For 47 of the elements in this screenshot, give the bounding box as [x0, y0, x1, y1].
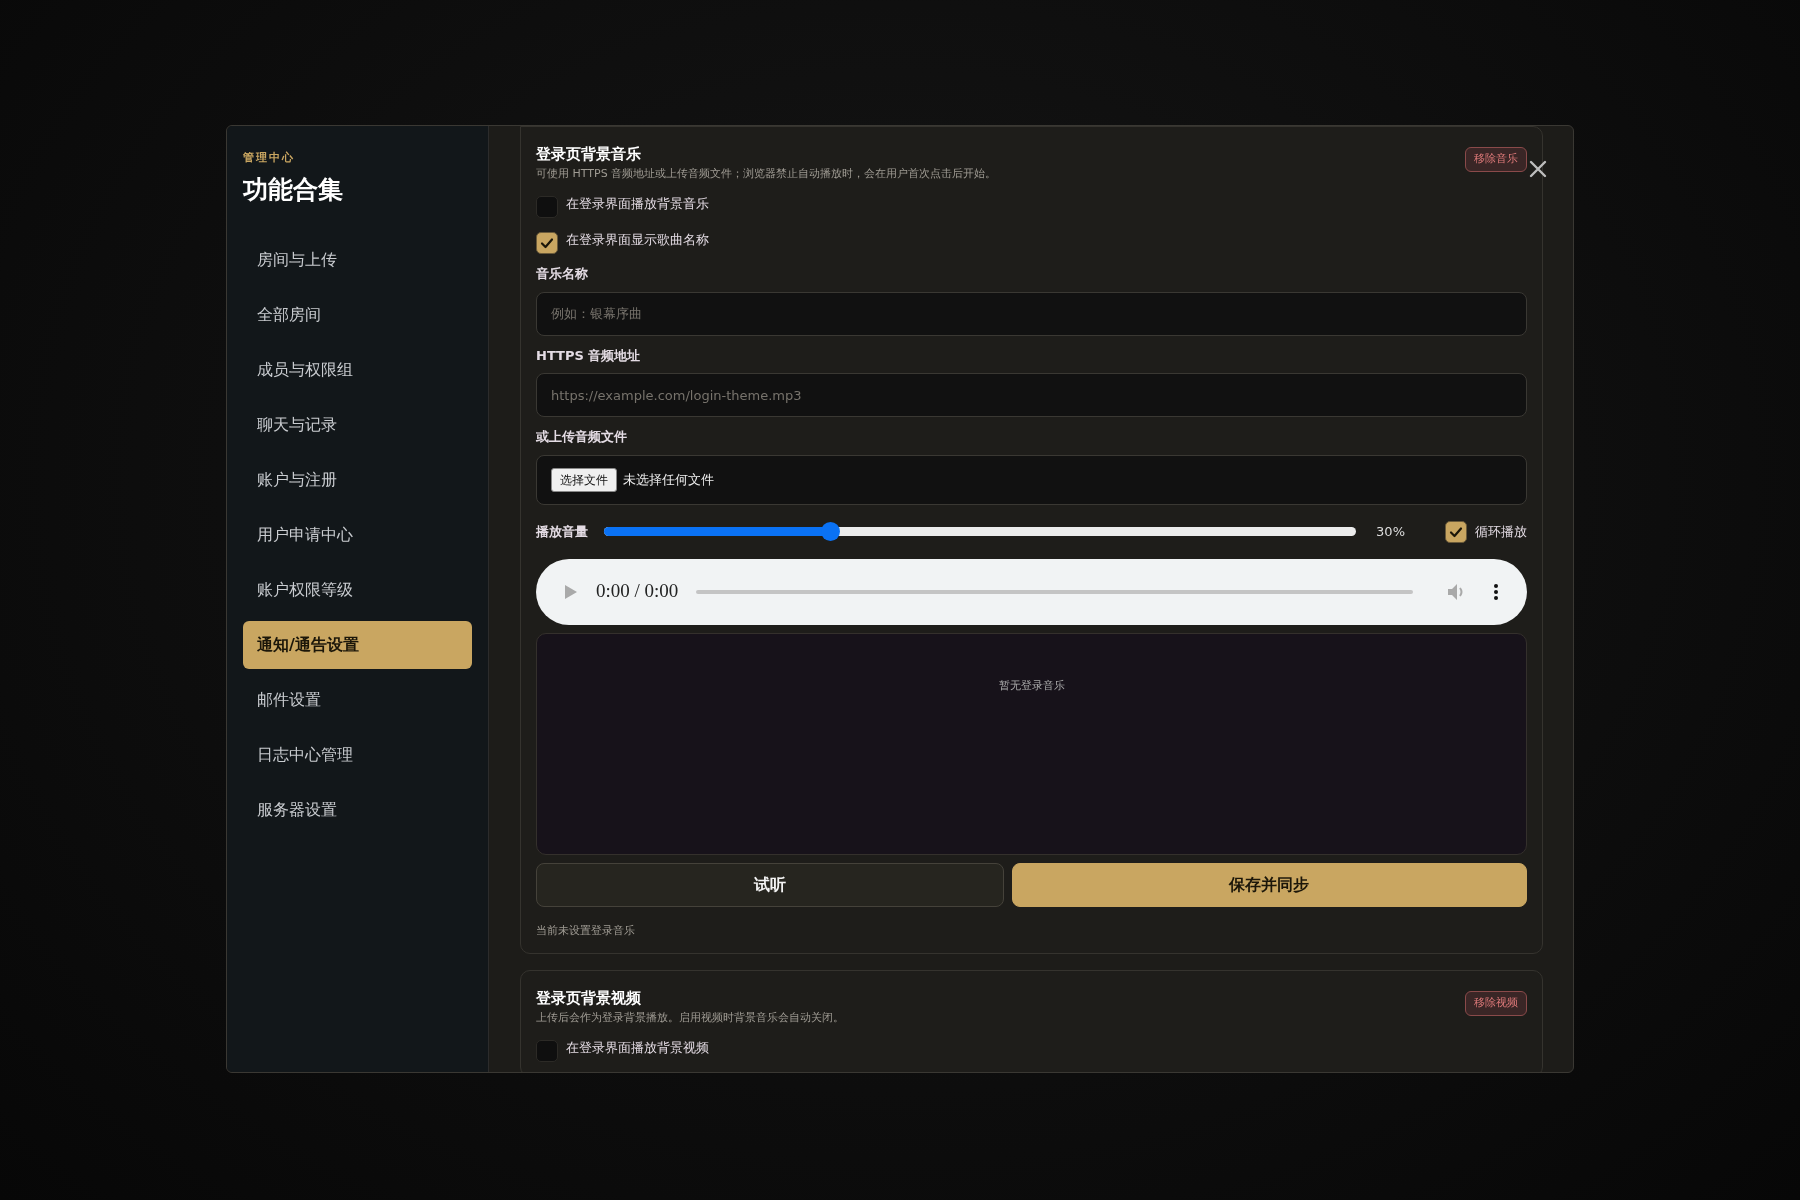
section-description: 上传后会作为登录背景播放。启用视频时背景音乐会自动关闭。: [536, 1009, 844, 1026]
checkbox[interactable]: [536, 232, 558, 254]
sidebar-item[interactable]: 服务器设置: [243, 786, 472, 834]
volume-label: 播放音量: [536, 522, 588, 541]
checkbox-label: 在登录界面播放背景视频: [566, 1039, 709, 1058]
input-field[interactable]: https://example.com/login-theme.mp3: [536, 373, 1527, 417]
sidebar-item[interactable]: 房间与上传: [243, 236, 472, 284]
checkbox-label: 在登录界面播放背景音乐: [566, 195, 709, 214]
sidebar-item[interactable]: 用户申请中心: [243, 511, 472, 559]
sidebar-item[interactable]: 账户与注册: [243, 456, 472, 504]
checkbox[interactable]: [536, 196, 558, 218]
status-note: 当前未设置登录音乐: [536, 922, 636, 939]
sidebar-title: 功能合集: [243, 173, 344, 206]
sidebar-item[interactable]: 日志中心管理: [243, 731, 472, 779]
empty-message: 暂无登录音乐: [998, 677, 1065, 694]
volume-reading: 30%: [1376, 522, 1405, 541]
section-description: 可使用 HTTPS 音频地址或上传音频文件；浏览器禁止自动播放时，会在用户首次点击后开始。: [536, 165, 997, 182]
remove-button[interactable]: 移除音乐: [1465, 147, 1527, 172]
section-title: 登录页背景音乐: [536, 144, 642, 165]
checkbox-label: 在登录界面显示歌曲名称: [566, 231, 709, 250]
sidebar-item[interactable]: 全部房间: [243, 291, 472, 339]
sidebar-item[interactable]: 邮件设置: [243, 676, 472, 724]
sidebar-item[interactable]: 账户权限等级: [243, 566, 472, 614]
file-field[interactable]: 选择文件 未选择任何文件: [536, 454, 1527, 505]
check-icon: [1449, 524, 1463, 539]
sidebar-item[interactable]: 成员与权限组: [243, 346, 472, 394]
checkbox-label: 循环播放: [1475, 522, 1527, 541]
audio-player[interactable]: 0:00 / 0:00: [536, 558, 1527, 625]
field-label: 或上传音频文件: [536, 428, 628, 446]
checkbox[interactable]: [536, 1040, 558, 1062]
save-button[interactable]: 保存并同步: [1011, 862, 1527, 907]
field-label: 音乐名称: [536, 265, 589, 283]
volume-slider[interactable]: [604, 522, 1357, 541]
check-icon: [540, 236, 554, 250]
sidebar-item[interactable]: 通知/通告设置: [243, 621, 472, 669]
remove-button[interactable]: 移除视频: [1465, 991, 1527, 1016]
checkbox[interactable]: [1445, 520, 1467, 543]
progress-track[interactable]: [696, 589, 1413, 594]
field-label: HTTPS 音频地址: [536, 346, 642, 365]
sidebar-item[interactable]: 聊天与记录: [243, 401, 472, 449]
time-readout: 0:00 / 0:00: [596, 579, 679, 604]
input-field[interactable]: 例如：银幕序曲: [536, 291, 1527, 336]
eyebrow-label: 管理中心: [243, 150, 296, 166]
file-status: 未选择任何文件: [623, 470, 714, 489]
choose-file-button[interactable]: 选择文件: [551, 467, 617, 492]
section-title: 登录页背景视频: [536, 988, 642, 1009]
preview-button[interactable]: 试听: [536, 862, 1004, 907]
